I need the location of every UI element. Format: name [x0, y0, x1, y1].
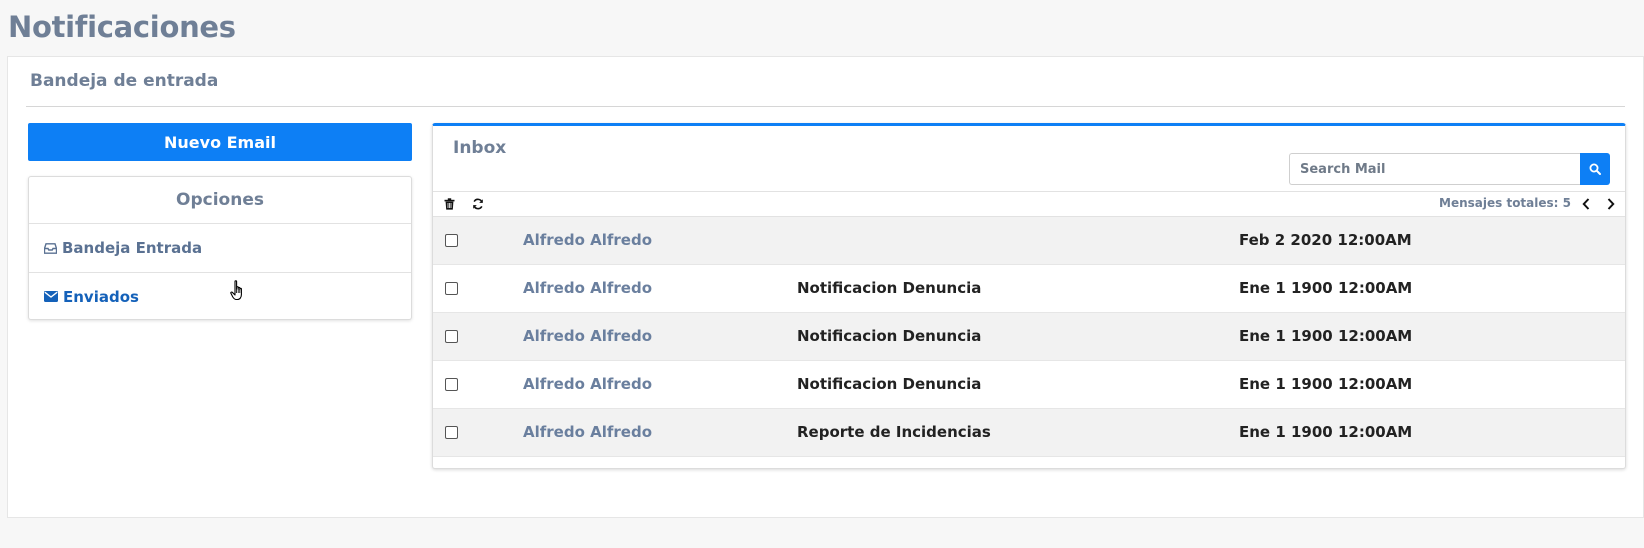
message-subject[interactable]: Reporte de Incidencias: [797, 423, 991, 441]
inbox-title: Inbox: [453, 138, 507, 158]
option-sent-label: Enviados: [63, 287, 139, 306]
search-icon: [1589, 163, 1601, 175]
total-messages: Mensajes totales: 5: [1439, 196, 1571, 210]
message-subject[interactable]: Notificacion Denuncia: [797, 327, 981, 345]
inbox-panel: Inbox Search Mail Mensajes totales: 5 Al…: [432, 123, 1626, 469]
option-sent[interactable]: Enviados: [29, 272, 411, 320]
options-title: Opciones: [29, 177, 411, 224]
trash-icon[interactable]: [441, 196, 457, 212]
message-row[interactable]: Alfredo Alfredo Notificacion Denuncia En…: [433, 361, 1625, 409]
row-checkbox[interactable]: [445, 378, 458, 391]
message-sender[interactable]: Alfredo Alfredo: [523, 375, 652, 393]
message-sender[interactable]: Alfredo Alfredo: [523, 327, 652, 345]
option-inbox[interactable]: Bandeja Entrada: [29, 224, 411, 272]
message-date: Ene 1 1900 12:00AM: [1239, 327, 1413, 345]
message-subject[interactable]: Notificacion Denuncia: [797, 375, 981, 393]
message-sender[interactable]: Alfredo Alfredo: [523, 423, 652, 441]
message-list: Alfredo Alfredo Feb 2 2020 12:00AM Alfre…: [433, 217, 1625, 457]
message-date: Ene 1 1900 12:00AM: [1239, 423, 1413, 441]
hand-cursor-icon: [230, 280, 242, 301]
message-sender[interactable]: Alfredo Alfredo: [523, 279, 652, 297]
chevron-right-icon[interactable]: [1603, 196, 1619, 212]
main-card: Bandeja de entrada Nuevo Email Opciones …: [7, 56, 1644, 518]
row-checkbox[interactable]: [445, 234, 458, 247]
search-input[interactable]: [1289, 153, 1580, 185]
refresh-icon[interactable]: [470, 196, 486, 212]
search-bar: [1289, 153, 1610, 185]
message-subject[interactable]: Notificacion Denuncia: [797, 279, 981, 297]
message-date: Ene 1 1900 12:00AM: [1239, 279, 1413, 297]
message-date: Ene 1 1900 12:00AM: [1239, 375, 1413, 393]
mail-toolbar: Mensajes totales: 5: [433, 191, 1625, 217]
new-email-button[interactable]: Nuevo Email: [28, 123, 412, 161]
inbox-icon: [44, 242, 57, 254]
row-checkbox[interactable]: [445, 282, 458, 295]
row-checkbox[interactable]: [445, 330, 458, 343]
divider: [26, 106, 1625, 107]
options-panel: Opciones Bandeja Entrada Enviados: [28, 176, 412, 320]
option-inbox-label: Bandeja Entrada: [62, 239, 203, 257]
message-row[interactable]: Alfredo Alfredo Notificacion Denuncia En…: [433, 313, 1625, 361]
message-sender[interactable]: Alfredo Alfredo: [523, 231, 652, 249]
chevron-left-icon[interactable]: [1578, 196, 1594, 212]
row-checkbox[interactable]: [445, 426, 458, 439]
message-row[interactable]: Alfredo Alfredo Reporte de Incidencias E…: [433, 409, 1625, 457]
page-title: Notificaciones: [8, 10, 236, 44]
message-row[interactable]: Alfredo Alfredo Notificacion Denuncia En…: [433, 265, 1625, 313]
search-button[interactable]: [1580, 153, 1610, 185]
message-row[interactable]: Alfredo Alfredo Feb 2 2020 12:00AM: [433, 217, 1625, 265]
message-date: Feb 2 2020 12:00AM: [1239, 231, 1412, 249]
section-title: Bandeja de entrada: [30, 71, 219, 91]
envelope-icon: [44, 291, 58, 302]
